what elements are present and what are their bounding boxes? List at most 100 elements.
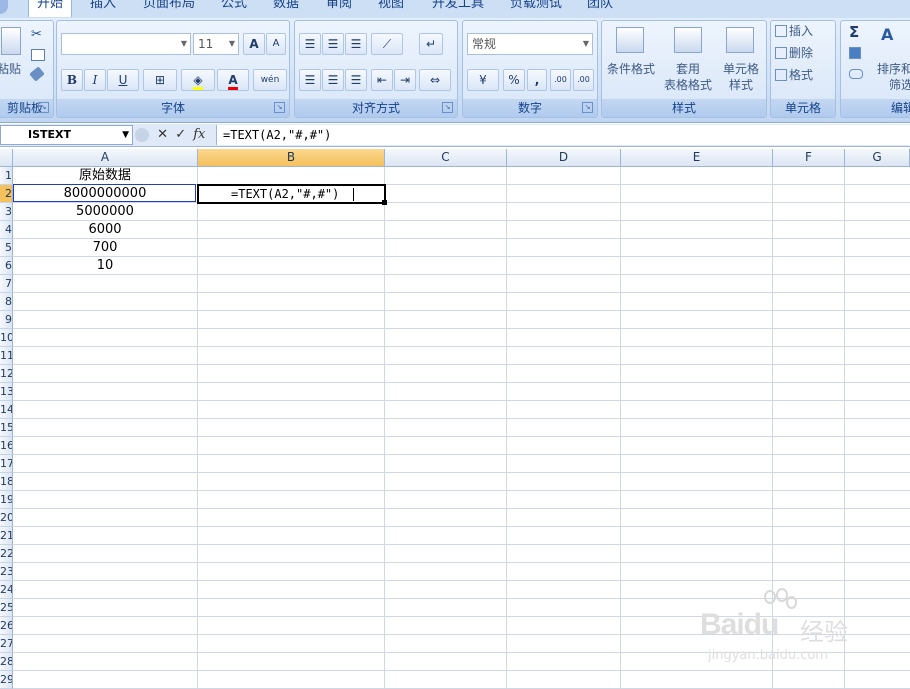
fill-icon[interactable] <box>849 47 861 59</box>
row-header[interactable]: 13 <box>0 383 13 401</box>
phonetic-button[interactable]: wén <box>253 69 287 91</box>
align-top-button[interactable]: ☰ <box>299 33 321 55</box>
shrink-font-button[interactable]: A <box>266 33 286 55</box>
copy-icon[interactable] <box>31 49 45 61</box>
font-color-button[interactable]: A <box>217 69 249 91</box>
row-header[interactable]: 17 <box>0 455 13 473</box>
fill-color-button[interactable]: ◈ <box>181 69 215 91</box>
active-cell[interactable]: =TEXT(A2,"#,#") <box>197 184 387 205</box>
row-header[interactable]: 16 <box>0 437 13 455</box>
paste-label[interactable]: 粘贴 <box>0 61 21 77</box>
clipboard-launcher-icon[interactable]: ↘ <box>38 102 49 113</box>
tab-insert[interactable]: 插入 <box>90 0 116 15</box>
cell-a2[interactable]: 8000000000 <box>13 185 197 203</box>
row-header[interactable]: 18 <box>0 473 13 491</box>
row-header[interactable]: 1 <box>0 167 13 185</box>
formula-input[interactable]: =TEXT(A2,"#,#") <box>216 125 910 145</box>
cell-a4[interactable]: 6000 <box>13 221 197 239</box>
column-header-g[interactable]: G <box>845 149 910 167</box>
tab-load-test[interactable]: 负载测试 <box>510 0 562 15</box>
row-header[interactable]: 8 <box>0 293 13 311</box>
cell-a3[interactable]: 5000000 <box>13 203 197 221</box>
tab-page-layout[interactable]: 页面布局 <box>143 0 195 15</box>
row-header[interactable]: 5 <box>0 239 13 257</box>
tab-review[interactable]: 审阅 <box>326 0 352 15</box>
row-header[interactable]: 3 <box>0 203 13 221</box>
decrease-indent-button[interactable]: ⇤ <box>371 69 393 91</box>
row-header[interactable]: 11 <box>0 347 13 365</box>
cut-icon[interactable]: ✂ <box>31 27 42 42</box>
row-header[interactable]: 19 <box>0 491 13 509</box>
row-header[interactable]: 2 <box>0 185 13 203</box>
autosum-button[interactable]: Σ <box>849 23 859 41</box>
enter-icon[interactable]: ✓ <box>175 127 186 142</box>
insert-button[interactable]: 插入 <box>789 23 813 39</box>
column-header-b[interactable]: B <box>198 149 385 167</box>
wrap-text-button[interactable]: ↵ <box>419 33 443 55</box>
accounting-format-button[interactable]: ¥ <box>467 69 499 91</box>
align-right-button[interactable]: ☰ <box>345 69 367 91</box>
conditional-format-icon[interactable] <box>616 27 644 53</box>
column-header-f[interactable]: F <box>773 149 845 167</box>
row-header[interactable]: 28 <box>0 653 13 671</box>
number-launcher-icon[interactable]: ↘ <box>582 102 593 113</box>
grow-font-button[interactable]: A <box>243 33 265 55</box>
tab-view[interactable]: 视图 <box>378 0 404 15</box>
align-middle-button[interactable]: ☰ <box>322 33 344 55</box>
font-name-combo[interactable]: ▼ <box>61 33 191 55</box>
merge-center-button[interactable]: ⇔ <box>419 69 451 91</box>
expand-handle-icon[interactable] <box>135 127 149 142</box>
row-header[interactable]: 22 <box>0 545 13 563</box>
tab-developer[interactable]: 开发工具 <box>432 0 484 15</box>
table-format-icon[interactable] <box>674 27 702 53</box>
row-header[interactable]: 24 <box>0 581 13 599</box>
tab-home[interactable]: 开始 <box>28 0 73 17</box>
cell-b2-editor[interactable]: =TEXT(A2,"#,#") <box>231 186 339 203</box>
bold-button[interactable]: B <box>61 69 83 91</box>
row-header[interactable]: 7 <box>0 275 13 293</box>
column-header-a[interactable]: A <box>13 149 198 167</box>
row-header[interactable]: 23 <box>0 563 13 581</box>
column-header-c[interactable]: C <box>385 149 507 167</box>
sort-filter-icon[interactable]: A <box>881 25 893 44</box>
cell-styles-icon[interactable] <box>726 27 754 53</box>
row-header[interactable]: 25 <box>0 599 13 617</box>
tab-team[interactable]: 团队 <box>587 0 613 15</box>
percent-button[interactable]: % <box>503 69 525 91</box>
row-header[interactable]: 20 <box>0 509 13 527</box>
row-header[interactable]: 29 <box>0 671 13 689</box>
font-launcher-icon[interactable]: ↘ <box>274 102 285 113</box>
column-header-e[interactable]: E <box>621 149 773 167</box>
table-format-label-2[interactable]: 表格格式 <box>658 77 718 93</box>
cancel-icon[interactable]: ✕ <box>157 127 168 142</box>
cell-styles-label-2[interactable]: 样式 <box>716 77 766 93</box>
clear-icon[interactable] <box>849 69 863 79</box>
row-header[interactable]: 4 <box>0 221 13 239</box>
delete-button[interactable]: 删除 <box>789 45 813 61</box>
insert-function-button[interactable]: fx <box>193 127 205 142</box>
paste-icon[interactable] <box>1 27 21 55</box>
cell-styles-label-1[interactable]: 单元格 <box>716 61 766 77</box>
tab-formulas[interactable]: 公式 <box>221 0 247 15</box>
orientation-button[interactable]: ⟋ <box>371 33 403 55</box>
row-header[interactable]: 26 <box>0 617 13 635</box>
decrease-decimal-button[interactable]: .00 <box>573 69 594 91</box>
align-bottom-button[interactable]: ☰ <box>345 33 367 55</box>
increase-decimal-button[interactable]: .00 <box>550 69 571 91</box>
cell-a1[interactable]: 原始数据 <box>13 167 197 185</box>
table-format-label-1[interactable]: 套用 <box>658 61 718 77</box>
row-header[interactable]: 10 <box>0 329 13 347</box>
alignment-launcher-icon[interactable]: ↘ <box>442 102 453 113</box>
number-format-combo[interactable]: 常规 ▼ <box>467 33 593 55</box>
borders-button[interactable]: ⊞ <box>143 69 177 91</box>
select-all-button[interactable] <box>0 149 13 167</box>
font-size-combo[interactable]: 11 ▼ <box>193 33 239 55</box>
cell-a6[interactable]: 10 <box>13 257 197 275</box>
row-header[interactable]: 15 <box>0 419 13 437</box>
row-header[interactable]: 6 <box>0 257 13 275</box>
format-button[interactable]: 格式 <box>789 67 813 83</box>
sort-filter-label-1[interactable]: 排序和 <box>877 61 910 77</box>
tab-data[interactable]: 数据 <box>273 0 299 15</box>
office-button[interactable] <box>0 0 8 14</box>
format-painter-icon[interactable] <box>29 66 45 82</box>
